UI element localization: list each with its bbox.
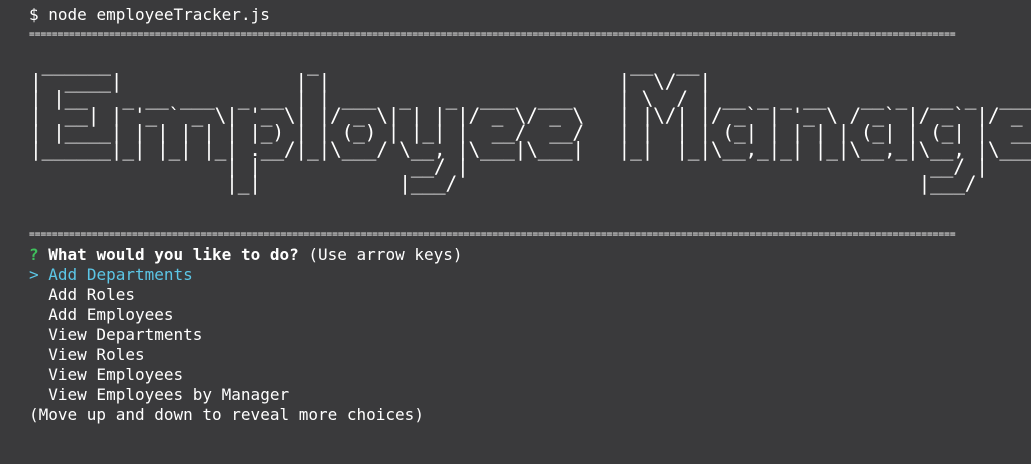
choice-label: View Employees by Manager	[48, 385, 290, 404]
ascii-banner: ______ _ __ __ | ____| | | | \/ | | |__ …	[30, 53, 1031, 195]
choice-label: Add Employees	[48, 305, 174, 324]
divider-top: ========================================…	[29, 29, 956, 40]
command-text: node employeeTracker.js	[48, 5, 270, 24]
choice-label: View Departments	[48, 325, 203, 344]
choice-view-employees[interactable]: View Employees	[29, 365, 183, 385]
choice-label: View Roles	[48, 345, 145, 364]
divider-bottom: ========================================…	[29, 229, 956, 240]
choice-view-employees-by-manager[interactable]: View Employees by Manager	[29, 385, 289, 405]
question-mark-icon: ?	[29, 245, 39, 264]
prompt-question: ? What would you like to do? (Use arrow …	[29, 245, 463, 265]
choice-label: View Employees	[48, 365, 184, 384]
command-line: $ node employeeTracker.js	[29, 5, 270, 25]
choice-label: Add Departments	[48, 265, 193, 284]
question-text: What would you like to do?	[48, 245, 299, 264]
prompt-symbol: $	[29, 5, 39, 24]
choice-view-roles[interactable]: View Roles	[29, 345, 145, 365]
choice-view-departments[interactable]: View Departments	[29, 325, 202, 345]
choice-add-roles[interactable]: Add Roles	[29, 285, 135, 305]
choice-label: Add Roles	[48, 285, 135, 304]
choice-add-departments[interactable]: > Add Departments	[29, 265, 193, 285]
scroll-hint: (Move up and down to reveal more choices…	[29, 405, 424, 424]
pointer-icon: >	[29, 265, 39, 284]
terminal-window[interactable]: $ node employeeTracker.js ==============…	[0, 0, 1031, 464]
choice-add-employees[interactable]: Add Employees	[29, 305, 174, 325]
question-hint: (Use arrow keys)	[308, 245, 463, 264]
